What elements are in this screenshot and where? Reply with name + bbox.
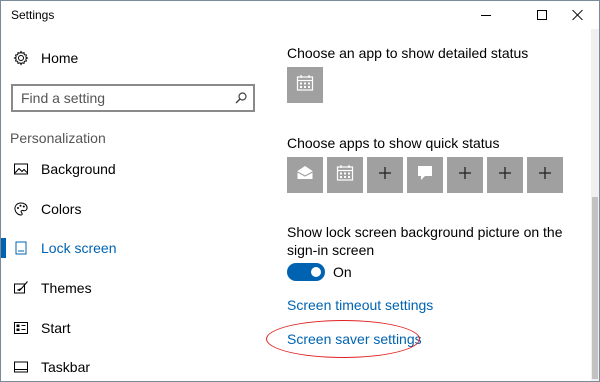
- sidebar-item-label: Taskbar: [41, 359, 91, 375]
- sidebar-item-label: Themes: [41, 280, 92, 296]
- plus-icon: [457, 165, 473, 186]
- message-icon: [416, 164, 434, 187]
- detailed-status-heading: Choose an app to show detailed status: [287, 45, 529, 61]
- screen-timeout-settings-link[interactable]: Screen timeout settings: [287, 297, 433, 313]
- signin-picture-toggle[interactable]: [287, 263, 325, 281]
- sidebar: Home Find a setting Personalization Back…: [1, 29, 273, 381]
- gear-icon: [13, 50, 29, 66]
- sidebar-item-lock-screen[interactable]: Lock screen: [1, 230, 273, 266]
- sidebar-item-label: Background: [41, 161, 116, 177]
- palette-icon: [13, 201, 29, 217]
- lock-screen-icon: [13, 240, 29, 256]
- toggle-state-label: On: [333, 264, 352, 280]
- search-icon[interactable]: [233, 90, 249, 106]
- sidebar-item-themes[interactable]: Themes: [1, 270, 273, 306]
- maximize-icon: [537, 10, 547, 20]
- sidebar-item-background[interactable]: Background: [1, 151, 273, 187]
- sidebar-item-label: Start: [41, 320, 71, 336]
- taskbar-icon: [13, 359, 29, 375]
- sidebar-item-start[interactable]: Start: [1, 310, 273, 346]
- brush-icon: [13, 280, 29, 296]
- search-input[interactable]: Find a setting: [21, 90, 105, 106]
- sidebar-item-label: Colors: [41, 201, 82, 217]
- quick-status-heading: Choose apps to show quick status: [287, 135, 500, 151]
- minimize-button[interactable]: [463, 1, 509, 29]
- home-nav-item[interactable]: Home: [1, 43, 273, 73]
- plus-icon: [497, 165, 513, 186]
- scrollbar-thumb[interactable]: [592, 197, 598, 379]
- quick-status-app-button[interactable]: [287, 157, 323, 193]
- add-quick-status-button[interactable]: [447, 157, 483, 193]
- search-box[interactable]: Find a setting: [11, 84, 255, 112]
- start-grid-icon: [13, 320, 29, 336]
- signin-picture-heading: Show lock screen background picture on t…: [287, 224, 563, 258]
- add-quick-status-button[interactable]: [487, 157, 523, 193]
- home-label: Home: [41, 50, 79, 66]
- minimize-icon: [481, 14, 491, 16]
- close-button[interactable]: [555, 1, 600, 29]
- window-title: Settings: [11, 8, 55, 22]
- settings-window: Settings Home Find a setting Personaliza…: [0, 0, 600, 382]
- section-title: Personalization: [10, 130, 106, 146]
- detailed-status-app-button[interactable]: [287, 67, 323, 103]
- plus-icon: [537, 165, 553, 186]
- toggle-knob: [311, 267, 321, 277]
- plus-icon: [377, 165, 393, 186]
- picture-icon: [13, 161, 29, 177]
- sidebar-item-taskbar[interactable]: Taskbar: [1, 349, 273, 382]
- add-quick-status-button[interactable]: [367, 157, 403, 193]
- mail-icon: [296, 164, 314, 187]
- calendar-icon: [336, 164, 354, 187]
- active-indicator: [1, 238, 6, 258]
- sidebar-item-colors[interactable]: Colors: [1, 191, 273, 227]
- sidebar-item-label: Lock screen: [41, 240, 117, 256]
- highlight-annotation: [266, 320, 420, 358]
- add-quick-status-button[interactable]: [527, 157, 563, 193]
- quick-status-app-button[interactable]: [407, 157, 443, 193]
- title-bar[interactable]: Settings: [1, 1, 599, 29]
- calendar-icon: [296, 74, 314, 97]
- quick-status-app-button[interactable]: [327, 157, 363, 193]
- scrollbar[interactable]: [591, 29, 599, 381]
- close-icon: [572, 9, 584, 21]
